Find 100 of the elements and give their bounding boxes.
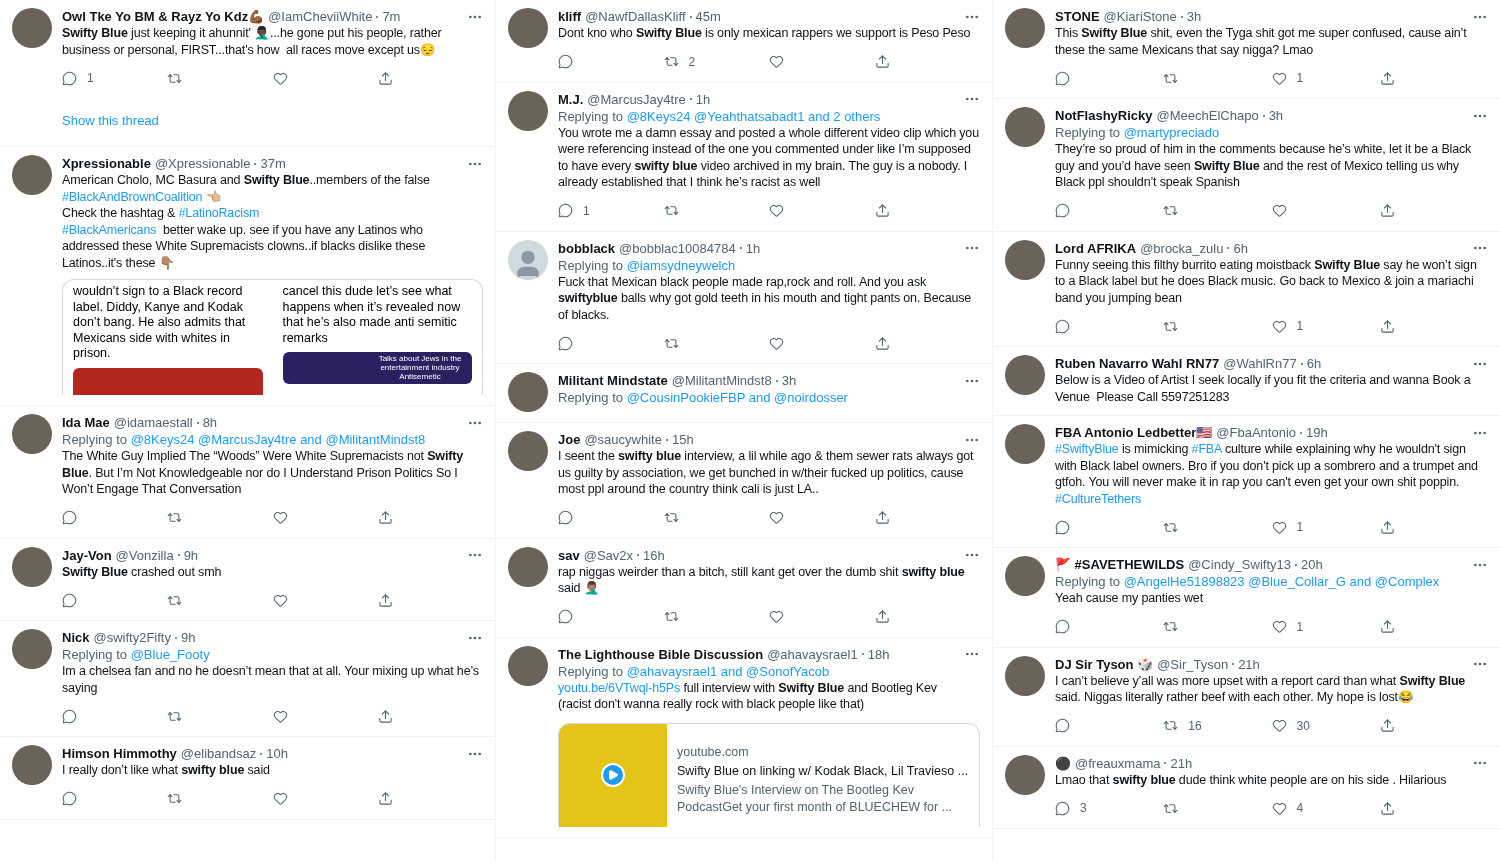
- post-time[interactable]: 8h: [202, 414, 218, 431]
- display-name[interactable]: The Lighthouse Bible Discussion: [558, 645, 764, 663]
- screenshot-text: wouldn’t sign to a Black record label. Diddy, Kanye and Kodak don’t bang. He also admits that Mexicans side with whites in prison.: [73, 284, 247, 362]
- replying-to-line: Replying to @iamsydneywelch: [558, 256, 737, 274]
- like-button[interactable]: 1: [1271, 317, 1304, 335]
- display-name[interactable]: M.J.: [558, 90, 584, 108]
- user-handle[interactable]: @idamaestall: [113, 414, 193, 431]
- user-handle[interactable]: @brocka_zulu: [1140, 239, 1224, 257]
- user-handle[interactable]: @elibandsaz: [180, 745, 257, 762]
- tweet-text: American Cholo, MC Basura and Swifty Blue..members of the false #BlackAndBrownCoalition 👈🏼 Check the hashtag & #LatinoRacism #BlackAmericans better wake up. see if you have any Latinos who addressed these White Supremacists clowns..if blacks dislike these Latinos..it's these 👇🏽: [62, 172, 431, 271]
- tweet-text: I seent the swifty blue interview, a lil while ago & them sewer rats always got us guilty by association, we get bunched in w/their fucked up politics, cause most ppl around the country think cali is just LA..: [558, 448, 975, 498]
- user-handle[interactable]: @MeechElChapo: [1156, 107, 1259, 124]
- post-time[interactable]: 3h: [1268, 107, 1284, 124]
- like-button[interactable]: 30: [1271, 716, 1310, 735]
- display-name[interactable]: kliff: [558, 8, 582, 25]
- user-handle[interactable]: @FbaAntonio: [1216, 424, 1296, 441]
- replying-to-line: Replying to @8Keys24 @MarcusJay4tre and @MilitantMindst8: [62, 431, 427, 448]
- post-time[interactable]: 6h: [1233, 239, 1248, 257]
- display-name[interactable]: Ruben Navarro Wahl RN77: [1055, 355, 1220, 372]
- display-name[interactable]: 🚩 #SAVETHEWILDS: [1055, 556, 1185, 573]
- post-time[interactable]: 15h: [671, 431, 694, 448]
- post-time[interactable]: 45m: [695, 8, 721, 25]
- post-time[interactable]: 37m: [260, 155, 286, 172]
- like-button[interactable]: 4: [1271, 799, 1304, 817]
- reply-button[interactable]: 1: [558, 201, 590, 220]
- display-name[interactable]: Jay-Von: [62, 546, 112, 564]
- post-time[interactable]: 9h: [180, 629, 196, 646]
- tweet-text: I can’t believe y’all was more upset with a report card than what Swifty Blue said. Niggas literally rather beef with each other. My hope is lost😂: [1055, 672, 1467, 706]
- user-handle[interactable]: @KiariStone: [1103, 8, 1177, 25]
- display-name[interactable]: ⚫: [1055, 754, 1071, 772]
- user-handle[interactable]: @MilitantMindst8: [671, 372, 772, 389]
- post-time[interactable]: 21h: [1170, 754, 1193, 772]
- tweet-text: Fuck that Mexican black people made rap,rock and roll. And you ask swiftyblue balls why got gold teeth in his mouth and tight pants on. Because of blacks.: [558, 273, 973, 323]
- user-handle[interactable]: @MarcusJay4tre: [587, 90, 686, 108]
- tweet-text: rap niggas weirder than a bitch, still kant get over the dumb shit swifty blue said 🤦🏽‍♂: [558, 563, 966, 597]
- user-handle[interactable]: @IamCheviiWhite: [268, 8, 373, 25]
- tweet-text: Swifty Blue crashed out smh: [62, 563, 223, 580]
- display-name[interactable]: STONE: [1055, 8, 1100, 25]
- reply-button[interactable]: 1: [62, 69, 94, 87]
- user-handle[interactable]: @NawfDallasKliff: [585, 8, 686, 25]
- like-button[interactable]: 1: [1271, 69, 1304, 87]
- post-time[interactable]: 6h: [1306, 355, 1322, 372]
- screenshot-text: cancel this dude let’s see what happens when it’s revealed now that he’s also made anti semitic remarks: [282, 284, 462, 346]
- post-time[interactable]: 9h: [183, 546, 199, 564]
- post-time[interactable]: 10h: [266, 745, 288, 762]
- user-handle[interactable]: @WahlRn77: [1223, 355, 1297, 372]
- user-handle[interactable]: @Sir_Tyson: [1157, 655, 1229, 673]
- display-name[interactable]: NotFlashyRicky: [1055, 107, 1153, 124]
- display-name[interactable]: Ida Mae: [62, 414, 110, 431]
- display-name[interactable]: Lord AFRIKA: [1055, 239, 1137, 257]
- display-name[interactable]: FBA Antonio Ledbetter🇺🇸: [1055, 424, 1213, 441]
- reply-button[interactable]: 3: [1055, 799, 1087, 817]
- tweet-text: Funny seeing this filthy burrito eating moistback Swifty Blue say he won’t sign to a Black label but he does Black music. Go back to Mexico & join a mariachi band you jumping bean: [1055, 256, 1478, 306]
- user-handle[interactable]: @swifty2Fifty: [93, 629, 171, 646]
- display-name[interactable]: Nick: [62, 629, 90, 646]
- display-name[interactable]: Xpressionable: [62, 155, 151, 172]
- replying-to-line: Replying to @martypreciado: [1055, 124, 1221, 141]
- display-name[interactable]: sav: [558, 546, 580, 564]
- user-handle[interactable]: @Cindy_Swifty13: [1188, 556, 1291, 573]
- tweet-text: Yeah cause my panties wet: [1055, 590, 1204, 607]
- retweet-button[interactable]: 16: [1163, 716, 1202, 735]
- post-time[interactable]: 3h: [1186, 8, 1202, 25]
- like-button[interactable]: 1: [1271, 617, 1304, 636]
- tweet-text: Below is a Video of Artist I seek locally if you fit the criteria and wanna Book a Venue Please Call 5597251283: [1055, 372, 1472, 405]
- display-name[interactable]: Himson Himmothy: [62, 745, 177, 762]
- tweet-text: Im a chelsea fan and no he doesn’t mean that at all. Your mixing up what he’s saying: [62, 663, 480, 696]
- link-card[interactable]: youtube.com Swifty Blue on linking w/ Kodak Black, Lil Travieso ... Swifty Blue's Interview on The Bootleg Kev PodcastGet your first month of BLUECHEW for ...: [558, 722, 980, 827]
- user-handle[interactable]: @saucywhite: [584, 431, 662, 448]
- replying-to-line: Replying to @8Keys24 @Yeahthatsabadt1 and 2 others: [558, 107, 882, 125]
- post-time[interactable]: 20h: [1300, 556, 1323, 573]
- tweet-text: You wrote me a damn essay and posted a whole different video clip which you were referencing instead of the one you commented under like I’m supposed to have every swifty blue video archived in my brain. The guy is a nobody. I already established that I think he’s racist as well: [558, 124, 980, 191]
- tweet-text: Swifty Blue just keeping it ahunnit' 🤦🏿‍♂...he gone put his people, rather business or personal, FIRST...that's how all races move except us😔: [62, 25, 443, 58]
- link-title: Swifty Blue on linking w/ Kodak Black, Lil Travieso ...: [677, 762, 969, 780]
- display-name[interactable]: Owl Tke Yo BM & Rayz Yo Kdz💪🏾: [62, 8, 265, 25]
- display-name[interactable]: bobblack: [558, 239, 616, 257]
- tweet-text: Lmao that swifty blue dude think white people are on his side . Hilarious: [1055, 771, 1448, 788]
- post-time[interactable]: 7m: [382, 8, 401, 25]
- user-handle[interactable]: @Vonzilla: [115, 546, 174, 564]
- retweet-button[interactable]: 2: [663, 52, 696, 71]
- tweet-text: The White Guy Implied The “Woods” Were White Supremacists not Swifty Blue. But I’m Not Knowledgeable nor do I Understand Prison Politics So I Won’t Engage That Conversation: [62, 448, 465, 498]
- user-handle[interactable]: @ahavaysrael1: [767, 645, 858, 663]
- post-time[interactable]: 1h: [745, 239, 761, 257]
- replying-to-line: Replying to @ahavaysrael1 and @SonofYacob: [558, 662, 831, 680]
- display-name[interactable]: DJ Sir Tyson 🎲: [1055, 655, 1154, 673]
- post-time[interactable]: 18h: [867, 645, 890, 663]
- tweet-text: They’re so proud of him in the comments because he’s white, let it be a Black guy and you’d have seen Swifty Blue and the rest of Mexico telling us why Black ppl shouldn’t speak Spanish: [1055, 141, 1473, 191]
- display-name[interactable]: Joe: [558, 431, 581, 448]
- post-time[interactable]: 16h: [643, 546, 665, 564]
- tweet-text: #SwiftyBlue is mimicking #FBA culture while explaining why he wouldn't sign with Black label owners. Bro if you don't pick up a sombrero and a trumpet and gtfoh. You will never make it in rap you can't even get your own shit poppin. #CultureTethers: [1055, 441, 1479, 507]
- tweet-text: youtu.be/6VTwql-h5Ps full interview with Swifty Blue and Bootleg Kev (racist don't wanna really rock with black people like that): [558, 679, 938, 713]
- user-handle[interactable]: @Xpressionable: [154, 155, 251, 172]
- display-name[interactable]: Militant Mindstate: [558, 372, 668, 389]
- user-handle[interactable]: @bobblac10084784: [619, 239, 736, 257]
- post-time[interactable]: 1h: [695, 90, 711, 108]
- post-time[interactable]: 3h: [781, 372, 797, 389]
- user-handle[interactable]: @freauxmama: [1075, 754, 1161, 772]
- post-time[interactable]: 19h: [1306, 424, 1328, 441]
- user-handle[interactable]: @Sav2x: [583, 546, 634, 564]
- post-time[interactable]: 21h: [1238, 655, 1260, 673]
- like-button[interactable]: 1: [1271, 518, 1304, 536]
